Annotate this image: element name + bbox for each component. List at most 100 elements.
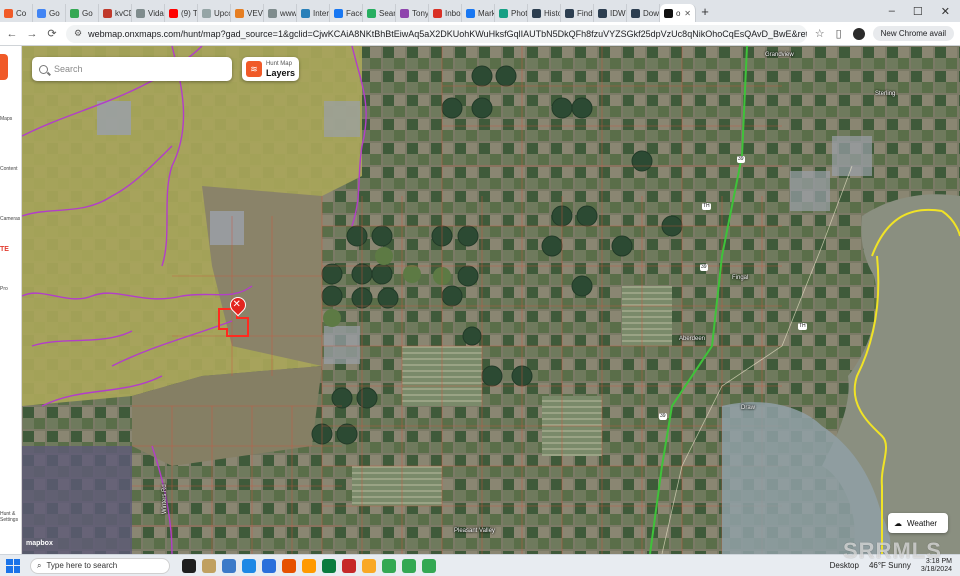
close-tab-icon[interactable]: ✕	[684, 9, 691, 18]
taskbar-app-icon[interactable]	[382, 558, 396, 573]
taskbar-app-icon[interactable]	[242, 558, 256, 573]
browser-tab[interactable]: Co	[0, 4, 33, 22]
tab-label: Go	[82, 8, 93, 18]
layers-button[interactable]: ≋ Hunt Map Layers	[242, 57, 299, 81]
tab-favicon-icon	[565, 8, 574, 18]
browser-tab[interactable]: Upco	[198, 4, 231, 22]
search-icon	[39, 64, 48, 74]
browser-tab[interactable]: o ✕	[660, 4, 696, 22]
browser-tab[interactable]: Tony	[396, 4, 429, 22]
browser-tab[interactable]: (9) Ty	[165, 4, 198, 22]
close-window-icon[interactable]: ✕	[941, 5, 950, 18]
taskbar-app-icon[interactable]	[262, 558, 276, 573]
browser-tab[interactable]: Inter	[297, 4, 330, 22]
layers-label: Layers	[265, 68, 295, 78]
browser-tab[interactable]: Inbox	[429, 4, 462, 22]
window-controls: – ☐ ✕	[889, 5, 960, 18]
browser-tab[interactable]: VEVC	[231, 4, 264, 22]
browser-tab[interactable]: Go	[66, 4, 99, 22]
site-info-icon[interactable]: ⚙	[74, 28, 82, 39]
tab-label: www	[280, 8, 297, 18]
taskbar-apps	[182, 558, 436, 573]
taskbar-app-icon[interactable]	[322, 558, 336, 573]
taskbar-app-icon[interactable]	[362, 558, 376, 573]
route-shield: 39	[700, 264, 708, 271]
taskbar-app-icon[interactable]	[342, 558, 356, 573]
close-icon: ✕	[232, 298, 241, 310]
taskbar-search-input[interactable]: ⌕ Type here to search	[30, 557, 170, 574]
browser-tab[interactable]: Go	[33, 4, 66, 22]
tab-favicon-icon	[169, 8, 178, 18]
tab-label: Faceb	[346, 8, 362, 18]
layers-icon: ≋	[246, 61, 262, 77]
route-shield: TH	[798, 323, 807, 330]
maximize-icon[interactable]: ☐	[913, 5, 923, 18]
browser-tab[interactable]: Marke	[462, 4, 495, 22]
taskbar-app-icon[interactable]	[222, 558, 236, 573]
tab-favicon-icon	[400, 8, 409, 18]
rail-promo-label: TE	[0, 246, 9, 253]
taskbar-app-icon[interactable]	[422, 558, 436, 573]
tab-favicon-icon	[301, 8, 310, 18]
tab-favicon-icon	[499, 8, 508, 18]
tab-favicon-icon	[136, 8, 145, 18]
reload-icon[interactable]: ⟳	[46, 27, 58, 40]
clock-date: 3/18/2024	[920, 565, 952, 573]
map-search-input[interactable]: Search	[32, 57, 232, 81]
place-label-sterling: Sterling	[875, 91, 896, 97]
browser-tab[interactable]: Vida	[132, 4, 165, 22]
rail-item[interactable]: Maps	[0, 116, 20, 122]
bookmark-star-icon[interactable]: ☆	[815, 27, 825, 40]
taskbar-app-icon[interactable]	[302, 558, 316, 573]
tab-favicon-icon	[631, 8, 640, 18]
weather-button[interactable]: ☁ Weather	[888, 513, 948, 533]
back-icon[interactable]: ←	[6, 28, 18, 40]
browser-tab[interactable]: Photo	[495, 4, 528, 22]
rail-item[interactable]: Pro	[0, 286, 20, 292]
tab-favicon-icon	[598, 8, 607, 18]
taskbar-app-icon[interactable]	[402, 558, 416, 573]
forward-icon[interactable]: →	[26, 28, 38, 40]
taskbar-app-icon[interactable]	[282, 558, 296, 573]
taskbar-app-icon[interactable]	[202, 558, 216, 573]
tab-label: VEVC	[247, 8, 264, 18]
place-label-draw: Draw	[741, 405, 756, 411]
satellite-imagery	[22, 46, 960, 554]
windows-start-icon[interactable]	[6, 558, 20, 573]
rail-item[interactable]: Content	[0, 166, 20, 172]
browser-tab[interactable]: Searc	[363, 4, 396, 22]
browser-tab[interactable]: www	[264, 4, 297, 22]
profile-avatar[interactable]	[852, 27, 865, 40]
browser-toolbar: ← → ⟳ ⚙ webmap.onxmaps.com/hunt/map?gad_…	[0, 22, 960, 46]
tab-favicon-icon	[664, 8, 673, 18]
rail-item[interactable]: Hunt & Settings	[0, 511, 20, 523]
tab-favicon-icon	[202, 8, 211, 18]
browser-tab[interactable]: kvCD	[99, 4, 132, 22]
onx-logo[interactable]	[0, 54, 8, 80]
browser-tab[interactable]: Histo	[528, 4, 561, 22]
rail-item[interactable]: Cameras	[0, 216, 20, 222]
address-bar[interactable]: ⚙ webmap.onxmaps.com/hunt/map?gad_source…	[66, 24, 807, 43]
browser-tab[interactable]: Down	[627, 4, 660, 22]
tab-label: kvCD	[115, 8, 131, 18]
tab-favicon-icon	[433, 8, 442, 18]
tab-label: Tony	[412, 8, 429, 18]
browser-tab[interactable]: IDWR	[594, 4, 627, 22]
search-icon: ⌕	[37, 560, 42, 570]
url-text: webmap.onxmaps.com/hunt/map?gad_source=1…	[88, 28, 807, 39]
sidebar-panel-icon[interactable]: ▯	[833, 27, 845, 40]
minimize-icon[interactable]: –	[889, 5, 895, 18]
chrome-update-pill[interactable]: New Chrome avail	[872, 26, 954, 41]
mapbox-attribution[interactable]: mapbox	[26, 540, 53, 547]
browser-tab[interactable]: Faceb	[330, 4, 363, 22]
tab-label: o	[676, 8, 681, 18]
new-tab-button[interactable]: +	[696, 4, 714, 19]
tab-label: Searc	[379, 8, 396, 18]
taskbar-app-icon[interactable]	[182, 558, 196, 573]
place-label-grandview: Grandview	[765, 52, 794, 58]
tab-label: Inter	[313, 8, 330, 18]
browser-tab[interactable]: Find a	[561, 4, 594, 22]
map-canvas[interactable]: ✕ Grandview Sterling Fingal Aberdeen Ple…	[22, 46, 960, 554]
tab-favicon-icon	[235, 8, 244, 18]
road-label-winters: Winters Rd	[162, 484, 168, 514]
